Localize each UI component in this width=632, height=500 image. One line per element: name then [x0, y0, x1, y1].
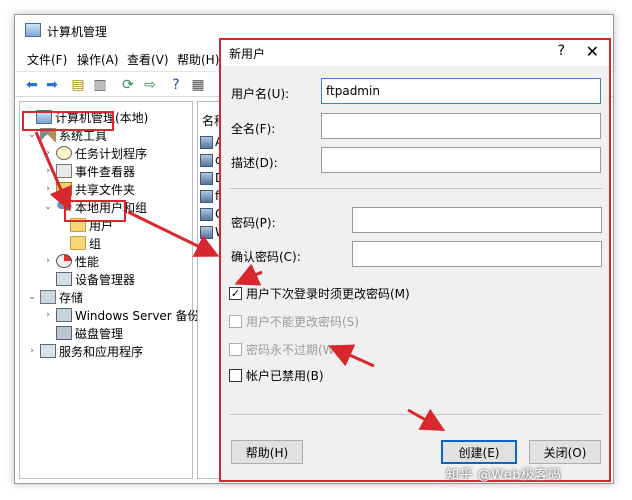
services-icon — [40, 344, 56, 358]
highlight-users — [64, 200, 126, 222]
chevron-right-icon[interactable]: › — [26, 346, 38, 356]
performance-icon — [56, 254, 72, 268]
device-manager-icon — [56, 272, 72, 286]
divider — [229, 188, 603, 189]
tree-item-task-scheduler[interactable]: › 任务计划程序 — [42, 144, 147, 162]
checkbox-empty-icon[interactable] — [229, 368, 242, 382]
menu-help[interactable]: 帮助(H) — [177, 51, 219, 68]
confirm-password-input[interactable] — [352, 241, 602, 267]
computer-management-icon — [25, 23, 41, 37]
tree-item-performance[interactable]: › 性能 — [42, 252, 99, 270]
menu-file[interactable]: 文件(F) — [27, 51, 67, 68]
chevron-down-icon[interactable]: ⌄ — [26, 292, 38, 302]
disk-icon — [56, 326, 72, 340]
tree-item-disk-management[interactable]: 磁盘管理 — [42, 324, 123, 342]
checkbox-checked-icon[interactable]: ✓ — [229, 286, 242, 300]
menu-action[interactable]: 操作(A) — [77, 51, 119, 68]
user-icon — [200, 135, 213, 149]
help-button[interactable]: 帮助(H) — [231, 440, 303, 464]
password-label: 密码(P): — [231, 216, 276, 230]
navigation-tree: 计算机管理(本地) ⌄ 系统工具 › 任务计划程序 › 事件查看器 › 共享文件… — [19, 101, 200, 479]
clock-icon — [56, 146, 72, 160]
confirm-password-label: 确认密码(C): — [231, 250, 301, 264]
chevron-down-icon[interactable]: ⌄ — [26, 130, 38, 140]
forward-arrow-icon[interactable]: ➡ — [43, 76, 61, 94]
properties-icon[interactable]: ▦ — [189, 76, 207, 94]
close-icon[interactable]: ✕ — [586, 42, 599, 61]
username-label: 用户名(U): — [231, 87, 290, 101]
divider — [229, 414, 603, 415]
user-icon — [200, 153, 213, 167]
tree-item-device-manager[interactable]: 设备管理器 — [42, 270, 135, 288]
create-button[interactable]: 创建(E) — [441, 440, 517, 464]
checkbox-cannot-change-password[interactable]: 用户不能更改密码(S) — [229, 312, 359, 330]
chevron-right-icon[interactable]: › — [42, 148, 54, 158]
user-icon — [200, 225, 213, 239]
menu-view[interactable]: 查看(V) — [127, 51, 169, 68]
tree-item-storage[interactable]: ⌄ 存储 — [26, 288, 83, 306]
tree-item-windows-server-backup[interactable]: › Windows Server 备份 — [42, 306, 200, 324]
help-icon[interactable]: ? — [167, 76, 185, 94]
user-icon — [200, 171, 213, 185]
user-icon — [200, 207, 213, 221]
chevron-right-icon[interactable]: › — [42, 184, 54, 194]
tree-item-event-viewer[interactable]: › 事件查看器 — [42, 162, 135, 180]
description-input[interactable] — [321, 147, 601, 173]
checkbox-empty-icon[interactable] — [229, 314, 242, 328]
folder-icon — [70, 236, 86, 250]
tree-item-services-apps[interactable]: › 服务和应用程序 — [26, 342, 143, 360]
chevron-right-icon[interactable]: › — [42, 166, 54, 176]
show-tree-icon[interactable]: ▥ — [91, 76, 109, 94]
fullname-input[interactable] — [321, 113, 601, 139]
up-folder-icon[interactable]: ▤ — [69, 76, 87, 94]
chevron-down-icon[interactable]: ⌄ — [42, 202, 54, 212]
highlight-system-tools — [22, 111, 114, 131]
tree-item-groups[interactable]: 组 — [68, 234, 101, 252]
shared-folder-icon — [56, 182, 72, 196]
refresh-icon[interactable]: ⟳ — [119, 76, 137, 94]
export-list-icon[interactable]: ⇨ — [141, 76, 159, 94]
username-input[interactable] — [321, 78, 601, 104]
tree-item-shared-folders[interactable]: › 共享文件夹 — [42, 180, 135, 198]
dialog-title: 新用户 — [229, 47, 266, 61]
fullname-label: 全名(F): — [231, 122, 276, 136]
description-label: 描述(D): — [231, 156, 278, 170]
question-icon[interactable]: ? — [558, 43, 565, 59]
checkbox-empty-icon[interactable] — [229, 342, 242, 356]
backup-icon — [56, 308, 72, 322]
back-arrow-icon[interactable]: ⬅ — [23, 76, 41, 94]
mmc-window-title: 计算机管理 — [47, 25, 108, 39]
password-input[interactable] — [352, 207, 602, 233]
chevron-right-icon[interactable]: › — [42, 256, 54, 266]
watermark-text: 知乎 @Web极客码 — [446, 468, 562, 483]
checkbox-must-change-password[interactable]: ✓ 用户下次登录时须更改密码(M) — [229, 284, 410, 302]
storage-icon — [40, 290, 56, 304]
new-user-dialog: 新用户 ? ✕ 用户名(U): 全名(F): 描述(D): 密码(P): 确认密… — [219, 38, 611, 482]
chevron-right-icon[interactable]: › — [42, 310, 54, 320]
checkbox-account-disabled[interactable]: 帐户已禁用(B) — [229, 366, 324, 384]
checkbox-password-never-expires[interactable]: 密码永不过期(W) — [229, 340, 339, 358]
close-button[interactable]: 关闭(O) — [529, 440, 601, 464]
user-icon — [200, 189, 213, 203]
event-viewer-icon — [56, 164, 72, 178]
dialog-title-bar: 新用户 ? ✕ — [221, 40, 609, 66]
